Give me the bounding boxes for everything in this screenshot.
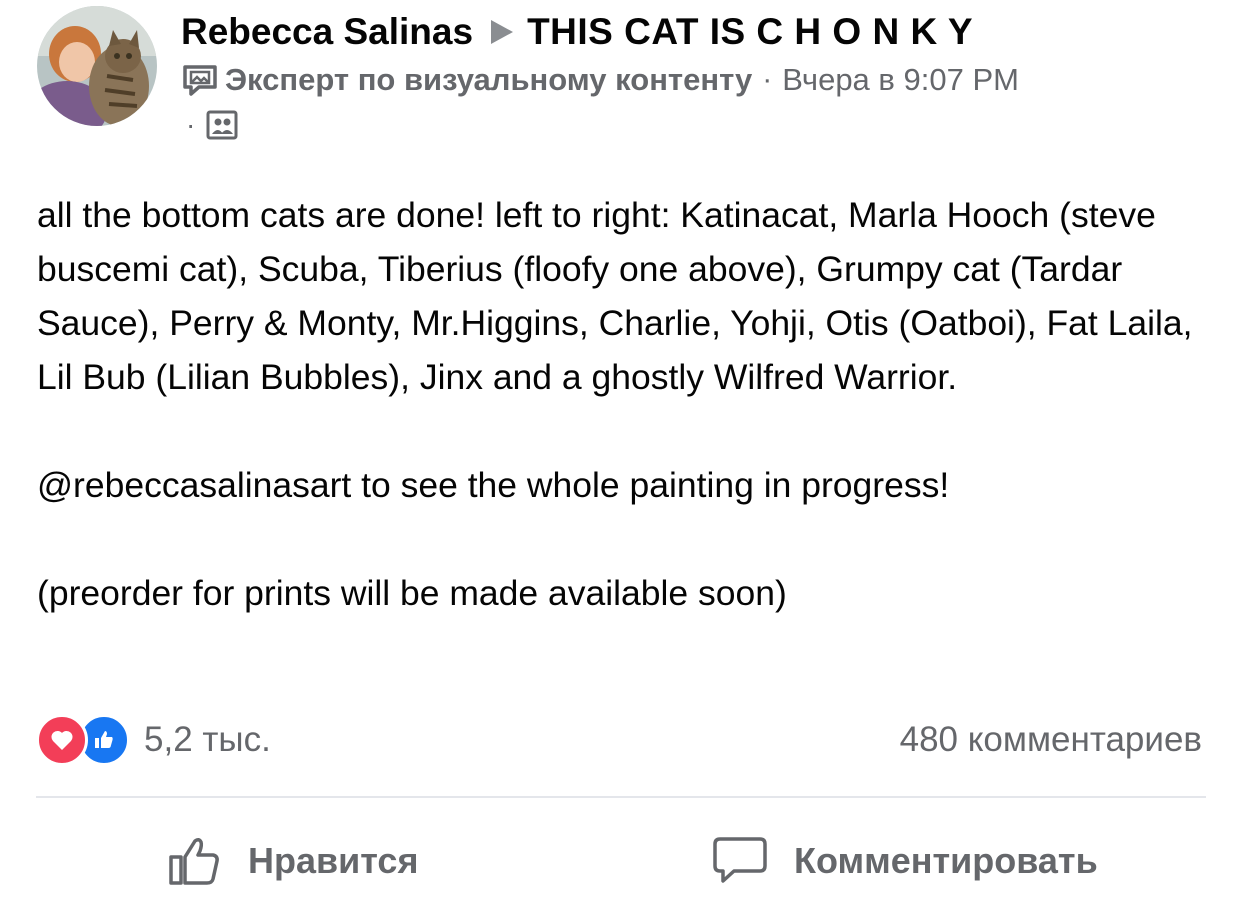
reactions-summary: 5,2 тыс. 480 комментариев	[36, 712, 1206, 768]
author-avatar[interactable]	[37, 6, 157, 126]
like-label: Нравится	[248, 840, 419, 881]
reaction-icons	[36, 714, 132, 766]
like-button[interactable]: Нравится	[168, 826, 418, 896]
post-paragraph: all the bottom cats are done! left to ri…	[37, 195, 1193, 397]
visual-storyteller-badge-icon	[183, 65, 217, 96]
divider	[36, 796, 1206, 798]
comment-button[interactable]: Комментировать	[712, 826, 1098, 896]
post-meta-privacy: ·	[186, 108, 239, 142]
comment-label: Комментировать	[794, 840, 1098, 881]
love-reaction-icon	[36, 714, 88, 766]
group-name[interactable]: THIS CAT IS C H O N K Y	[527, 11, 973, 53]
post-paragraph: (preorder for prints will be made availa…	[37, 573, 787, 613]
reaction-count: 5,2 тыс.	[144, 720, 271, 759]
post-timestamp[interactable]: Вчера в 9:07 PM	[782, 62, 1019, 98]
post-paragraph: @rebeccasalinasart to see the whole pain…	[37, 465, 950, 505]
post-meta: Эксперт по визуальному контенту · Вчера …	[181, 58, 1019, 102]
group-audience-icon[interactable]	[205, 109, 239, 141]
comment-bubble-icon	[713, 837, 767, 883]
author-name[interactable]: Rebecca Salinas	[181, 11, 473, 53]
comment-count[interactable]: 480 комментариев	[900, 720, 1202, 760]
thumbs-up-icon	[169, 837, 219, 885]
post-actions: Нравится Комментировать	[36, 826, 1206, 896]
meta-separator: ·	[762, 63, 773, 96]
avatar-photo	[37, 6, 157, 126]
triangle-right-icon	[491, 20, 514, 44]
post-header: Rebecca Salinas THIS CAT IS C H O N K Y	[181, 6, 973, 58]
meta-separator: ·	[186, 109, 196, 140]
reactions-count-button[interactable]: 5,2 тыс.	[36, 714, 271, 766]
member-badge[interactable]: Эксперт по визуальному контенту	[225, 62, 752, 98]
post-text: all the bottom cats are done! left to ri…	[37, 188, 1217, 620]
